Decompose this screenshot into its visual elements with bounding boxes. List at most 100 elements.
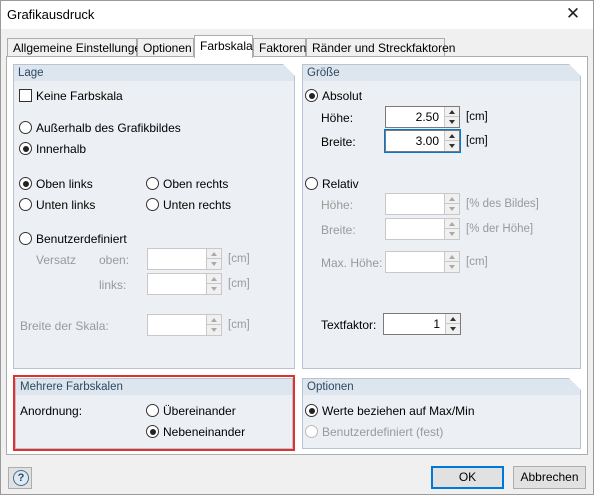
oben-links-label: Oben links bbox=[36, 177, 93, 191]
group-optionen-header: Optionen bbox=[303, 378, 581, 395]
max-hoehe-spinner[interactable] bbox=[385, 251, 460, 273]
spinner-value[interactable] bbox=[386, 252, 443, 272]
spin-down-icon[interactable] bbox=[207, 259, 221, 269]
spin-down-icon[interactable] bbox=[445, 262, 459, 272]
rel-breite-unit: [% der Höhe] bbox=[466, 223, 534, 235]
nebeneinander-radio[interactable] bbox=[146, 425, 159, 438]
relativ-radio[interactable] bbox=[305, 177, 318, 190]
spinner-buttons[interactable] bbox=[444, 252, 459, 272]
spin-up-icon[interactable] bbox=[207, 274, 221, 284]
breite-value[interactable]: 3.00 bbox=[386, 131, 443, 151]
spinner-buttons[interactable] bbox=[206, 249, 221, 269]
spinner-value[interactable] bbox=[386, 194, 443, 214]
group-lage-title: Lage bbox=[18, 67, 44, 79]
tab-farbskala[interactable]: Farbskala bbox=[194, 35, 253, 58]
rel-hoehe-spinner[interactable] bbox=[385, 193, 460, 215]
close-icon[interactable]: ✕ bbox=[557, 1, 589, 29]
innerhalb-label: Innerhalb bbox=[36, 142, 87, 156]
anordnung-label: Anordnung: bbox=[20, 404, 83, 418]
unten-links-radio[interactable] bbox=[19, 198, 32, 211]
uebereinander-radio[interactable] bbox=[146, 404, 159, 417]
rel-hoehe-unit: [% des Bildes] bbox=[466, 198, 539, 210]
spin-up-icon[interactable] bbox=[445, 252, 459, 262]
spin-up-icon[interactable] bbox=[445, 131, 459, 141]
breite-spinner[interactable]: 3.00 bbox=[385, 130, 460, 152]
group-groesse-header: Größe bbox=[303, 64, 581, 81]
ok-button[interactable]: OK bbox=[431, 466, 504, 489]
unten-rechts-radio[interactable] bbox=[146, 198, 159, 211]
hoehe-value[interactable]: 2.50 bbox=[386, 107, 443, 127]
hoehe-spinner[interactable]: 2.50 bbox=[385, 106, 460, 128]
spin-down-icon[interactable] bbox=[446, 324, 460, 334]
oben-rechts-label: Oben rechts bbox=[163, 177, 229, 191]
versatz-oben-unit: [cm] bbox=[228, 253, 250, 265]
abbrechen-button[interactable]: Abbrechen bbox=[513, 466, 586, 489]
spinner-value[interactable] bbox=[148, 315, 205, 335]
spin-up-icon[interactable] bbox=[445, 219, 459, 229]
tab-faktoren[interactable]: Faktoren bbox=[253, 38, 306, 57]
keine-farbskala-label: Keine Farbskala bbox=[36, 89, 123, 103]
spinner-buttons[interactable] bbox=[206, 274, 221, 294]
textfaktor-value[interactable]: 1 bbox=[384, 314, 444, 334]
versatz-links-label: links: bbox=[99, 278, 127, 292]
breite-der-skala-label: Breite der Skala: bbox=[20, 319, 109, 333]
absolut-label: Absolut bbox=[322, 89, 363, 103]
werte-max-min-radio[interactable] bbox=[305, 404, 318, 417]
tab-optionen[interactable]: Optionen bbox=[137, 38, 194, 57]
spin-down-icon[interactable] bbox=[445, 204, 459, 214]
spin-up-icon[interactable] bbox=[207, 315, 221, 325]
rel-breite-spinner[interactable] bbox=[385, 218, 460, 240]
spin-down-icon[interactable] bbox=[207, 284, 221, 294]
group-optionen-title: Optionen bbox=[307, 381, 354, 393]
tab-allgemeine-einstellungen[interactable]: Allgemeine Einstellungen bbox=[7, 38, 148, 57]
ausserhalb-label: Außerhalb des Grafikbildes bbox=[36, 121, 181, 135]
window-title: Grafikausdruck bbox=[7, 7, 95, 22]
spin-up-icon[interactable] bbox=[445, 194, 459, 204]
spinner-value[interactable] bbox=[386, 219, 443, 239]
header-notch bbox=[283, 64, 295, 76]
innerhalb-radio[interactable] bbox=[19, 142, 32, 155]
spinner-buttons[interactable] bbox=[445, 314, 460, 334]
spin-down-icon[interactable] bbox=[445, 229, 459, 239]
spinner-buttons[interactable] bbox=[444, 194, 459, 214]
spinner-buttons[interactable] bbox=[444, 107, 459, 127]
spin-up-icon[interactable] bbox=[207, 249, 221, 259]
textfaktor-spinner[interactable]: 1 bbox=[383, 313, 461, 335]
benutzerdefiniert-radio[interactable] bbox=[19, 232, 32, 245]
versatz-links-spinner[interactable] bbox=[147, 273, 222, 295]
breite-unit: [cm] bbox=[466, 135, 488, 147]
max-hoehe-label: Max. Höhe: bbox=[321, 256, 383, 270]
absolut-radio[interactable] bbox=[305, 89, 318, 102]
breite-der-skala-spinner[interactable] bbox=[147, 314, 222, 336]
oben-rechts-radio[interactable] bbox=[146, 177, 159, 190]
help-button[interactable]: ? bbox=[8, 467, 32, 489]
werte-max-min-label: Werte beziehen auf Max/Min bbox=[322, 404, 475, 418]
rel-breite-label: Breite: bbox=[321, 223, 356, 237]
unten-links-label: Unten links bbox=[36, 198, 96, 212]
spinner-buttons[interactable] bbox=[206, 315, 221, 335]
rel-hoehe-label: Höhe: bbox=[321, 198, 354, 212]
keine-farbskala-checkbox[interactable] bbox=[19, 89, 32, 102]
hoehe-unit: [cm] bbox=[466, 111, 488, 123]
spin-up-icon[interactable] bbox=[445, 107, 459, 117]
group-groesse-title: Größe bbox=[307, 67, 340, 79]
benutzerdefiniert-fest-radio[interactable] bbox=[305, 425, 318, 438]
ausserhalb-radio[interactable] bbox=[19, 121, 32, 134]
spin-down-icon[interactable] bbox=[207, 325, 221, 335]
header-notch bbox=[569, 64, 581, 76]
tab-raender-und-streckfaktoren[interactable]: Ränder und Streckfaktoren bbox=[306, 38, 455, 57]
oben-links-radio[interactable] bbox=[19, 177, 32, 190]
spin-down-icon[interactable] bbox=[445, 117, 459, 127]
spin-down-icon[interactable] bbox=[445, 141, 459, 151]
spin-up-icon[interactable] bbox=[446, 314, 460, 324]
spinner-buttons[interactable] bbox=[444, 219, 459, 239]
versatz-oben-spinner[interactable] bbox=[147, 248, 222, 270]
spinner-value[interactable] bbox=[148, 274, 205, 294]
breite-der-skala-unit: [cm] bbox=[228, 319, 250, 331]
nebeneinander-label: Nebeneinander bbox=[163, 425, 246, 439]
textfaktor-label: Textfaktor: bbox=[321, 318, 377, 332]
spinner-value[interactable] bbox=[148, 249, 205, 269]
spinner-buttons[interactable] bbox=[444, 131, 459, 151]
dialog-window: Grafikausdruck ✕ Allgemeine Einstellunge… bbox=[0, 0, 594, 495]
breite-label: Breite: bbox=[321, 135, 356, 149]
